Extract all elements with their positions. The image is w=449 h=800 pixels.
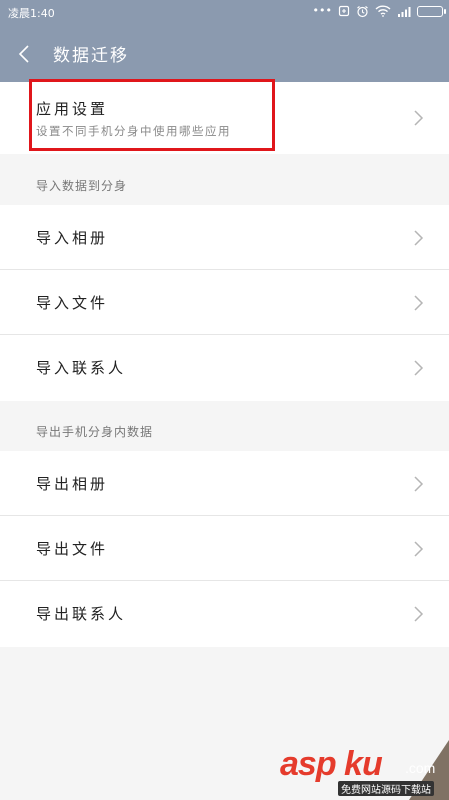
signal-icon: [398, 6, 411, 17]
more-dots-icon: •••: [312, 4, 332, 17]
list-item-label: 导入文件: [36, 294, 109, 312]
list-item-label: 导出文件: [36, 540, 109, 558]
list-item-label: 导出相册: [36, 475, 109, 493]
chevron-right-icon: [414, 476, 424, 492]
page-title: 数据迁移: [53, 46, 129, 66]
list-item-import-contacts[interactable]: 导入联系人: [0, 335, 449, 401]
back-button[interactable]: [14, 43, 34, 65]
status-icons: •••: [312, 4, 446, 18]
chevron-left-icon: [18, 45, 29, 63]
chevron-right-icon: [414, 110, 424, 126]
app-header: 数据迁移: [0, 26, 449, 82]
sync-icon: [338, 5, 350, 17]
watermark-logo: asp ku: [280, 745, 383, 783]
watermark-tagline: 免费网站源码下载站: [338, 781, 434, 796]
status-bar: 凌晨1:40 •••: [0, 0, 449, 26]
export-list: 导出相册 导出文件 导出联系人: [0, 451, 449, 647]
list-item-label: 导出联系人: [36, 605, 127, 623]
list-item-label: 导入联系人: [36, 359, 127, 377]
import-section-label: 导入数据到分身: [36, 179, 128, 193]
chevron-right-icon: [414, 606, 424, 622]
chevron-right-icon: [414, 295, 424, 311]
status-time: 凌晨1:40: [8, 7, 55, 20]
list-item-import-album[interactable]: 导入相册: [0, 205, 449, 270]
list-item-label: 导入相册: [36, 229, 109, 247]
list-item-export-contacts[interactable]: 导出联系人: [0, 581, 449, 647]
watermark-domain: .com: [405, 760, 436, 776]
chevron-right-icon: [414, 541, 424, 557]
export-section-label: 导出手机分身内数据: [36, 425, 154, 439]
list-item-export-files[interactable]: 导出文件: [0, 516, 449, 581]
chevron-right-icon: [414, 360, 424, 376]
wifi-icon: [375, 5, 391, 17]
chevron-right-icon: [414, 230, 424, 246]
alarm-icon: [357, 5, 368, 17]
highlight-annotation: [29, 79, 275, 151]
import-list: 导入相册 导入文件 导入联系人: [0, 205, 449, 401]
list-item-import-files[interactable]: 导入文件: [0, 270, 449, 335]
battery-icon: [417, 5, 446, 17]
list-item-export-album[interactable]: 导出相册: [0, 451, 449, 516]
